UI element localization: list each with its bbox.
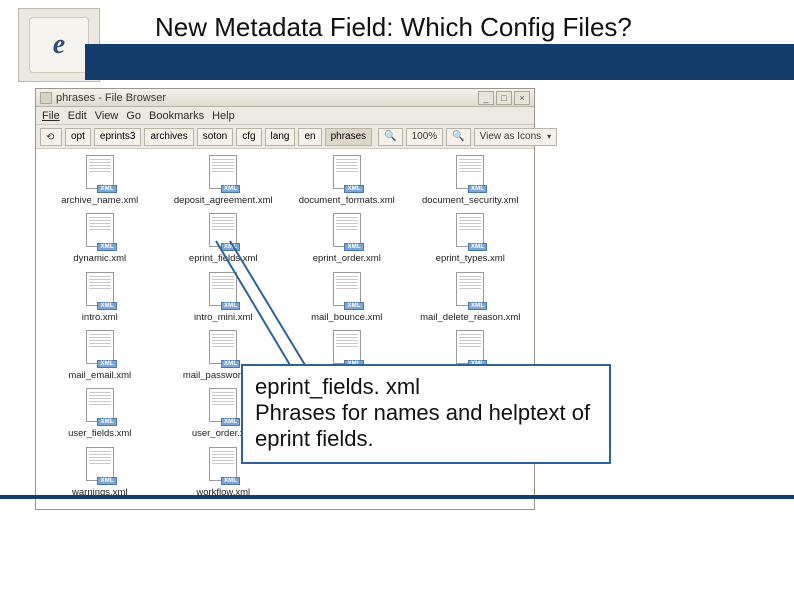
file-label: intro_mini.xml [194, 312, 253, 323]
file-label: eprint_order.xml [313, 253, 381, 264]
xml-file-icon: XML [330, 272, 364, 310]
file-item[interactable]: XML intro_mini.xml [162, 272, 286, 324]
window-titlebar[interactable]: phrases - File Browser _ □ × [36, 89, 534, 107]
file-item[interactable]: XML document_security.xml [409, 155, 533, 207]
callout-box: eprint_fields. xml Phrases for names and… [241, 364, 611, 464]
file-label: document_formats.xml [299, 195, 395, 206]
toolbar: ⟲ opt eprints3 archives soton cfg lang e… [36, 125, 534, 149]
file-item[interactable]: XML eprint_fields.xml [162, 213, 286, 265]
menu-help[interactable]: Help [212, 110, 235, 122]
xml-file-icon: XML [83, 213, 117, 251]
crumb-en[interactable]: en [298, 128, 321, 146]
menu-bar: File Edit View Go Bookmarks Help [36, 107, 534, 125]
crumb-lang[interactable]: lang [265, 128, 296, 146]
xml-file-icon: XML [206, 272, 240, 310]
crumb-opt[interactable]: opt [65, 128, 91, 146]
file-label: deposit_agreement.xml [174, 195, 273, 206]
back-icon: ⟲ [46, 132, 56, 142]
chevron-down-icon: ▾ [547, 132, 551, 141]
menu-go[interactable]: Go [126, 110, 141, 122]
file-item[interactable]: XML archive_name.xml [38, 155, 162, 207]
callout-title: eprint_fields. xml [255, 374, 597, 400]
header-accent-bar [85, 44, 794, 80]
file-item[interactable]: XML document_formats.xml [285, 155, 409, 207]
window-controls: _ □ × [478, 91, 530, 105]
file-item[interactable]: XML mail_email.xml [38, 330, 162, 382]
crumb-cfg[interactable]: cfg [236, 128, 261, 146]
xml-file-icon: XML [206, 388, 240, 426]
file-item[interactable]: XML dynamic.xml [38, 213, 162, 265]
menu-edit[interactable]: Edit [68, 110, 87, 122]
xml-file-icon: XML [83, 388, 117, 426]
menu-bookmarks[interactable]: Bookmarks [149, 110, 204, 122]
file-label: intro.xml [82, 312, 118, 323]
file-item[interactable]: XML mail_delete_reason.xml [409, 272, 533, 324]
window-icon [40, 92, 52, 104]
xml-file-icon: XML [330, 213, 364, 251]
window-title: phrases - File Browser [56, 92, 478, 104]
xml-file-icon: XML [330, 330, 364, 368]
file-item[interactable]: XMLwarnings.xml [38, 447, 162, 499]
logo-letter: e [29, 17, 89, 73]
xml-file-icon: XML [83, 447, 117, 485]
file-label: mail_bounce.xml [311, 312, 382, 323]
callout-body: Phrases for names and helptext of eprint… [255, 400, 597, 452]
maximize-button[interactable]: □ [496, 91, 512, 105]
xml-file-icon: XML [453, 155, 487, 193]
file-label: eprint_types.xml [436, 253, 505, 264]
xml-file-icon: XML [83, 330, 117, 368]
crumb-soton[interactable]: soton [197, 128, 233, 146]
magnifier-plus-icon: 🔍 [452, 131, 464, 142]
minimize-button[interactable]: _ [478, 91, 494, 105]
file-label: document_security.xml [422, 195, 518, 206]
file-label: dynamic.xml [73, 253, 126, 264]
view-mode-selector[interactable]: View as Icons ▾ [474, 128, 558, 146]
xml-file-icon: XML [206, 330, 240, 368]
file-item[interactable]: XML mail_bounce.xml [285, 272, 409, 324]
file-label: mail_delete_reason.xml [420, 312, 520, 323]
file-item[interactable]: XML eprint_types.xml [409, 213, 533, 265]
file-item[interactable]: XML intro.xml [38, 272, 162, 324]
view-mode-label: View as Icons [480, 131, 542, 142]
crumb-phrases[interactable]: phrases [325, 128, 373, 146]
close-button[interactable]: × [514, 91, 530, 105]
slide-header: e New Metadata Field: Which Config Files… [0, 0, 794, 80]
file-label: mail_email.xml [68, 370, 131, 381]
xml-file-icon: XML [453, 213, 487, 251]
back-button[interactable]: ⟲ [40, 128, 62, 146]
xml-file-icon: XML [453, 330, 487, 368]
xml-file-icon: XML [83, 155, 117, 193]
zoom-out-button[interactable]: 🔍 [378, 128, 402, 146]
file-item[interactable]: XML user_fields.xml [38, 388, 162, 440]
xml-file-icon: XML [206, 213, 240, 251]
file-label: user_fields.xml [68, 428, 131, 439]
xml-file-icon: XML [453, 272, 487, 310]
xml-file-icon: XML [206, 447, 240, 485]
xml-file-icon: XML [330, 155, 364, 193]
file-item[interactable]: XML deposit_agreement.xml [162, 155, 286, 207]
footer-rule [0, 495, 794, 499]
file-item[interactable]: XML eprint_order.xml [285, 213, 409, 265]
crumb-archives[interactable]: archives [144, 128, 193, 146]
menu-file[interactable]: File [42, 110, 60, 122]
zoom-in-button[interactable]: 🔍 [446, 128, 470, 146]
xml-file-icon: XML [206, 155, 240, 193]
file-label: archive_name.xml [61, 195, 138, 206]
page-title: New Metadata Field: Which Config Files? [155, 12, 632, 43]
file-label: eprint_fields.xml [189, 253, 258, 264]
xml-file-icon: XML [83, 272, 117, 310]
magnifier-minus-icon: 🔍 [384, 131, 396, 142]
menu-view[interactable]: View [95, 110, 119, 122]
zoom-level[interactable]: 100% [406, 128, 444, 146]
crumb-eprints3[interactable]: eprints3 [94, 128, 142, 146]
